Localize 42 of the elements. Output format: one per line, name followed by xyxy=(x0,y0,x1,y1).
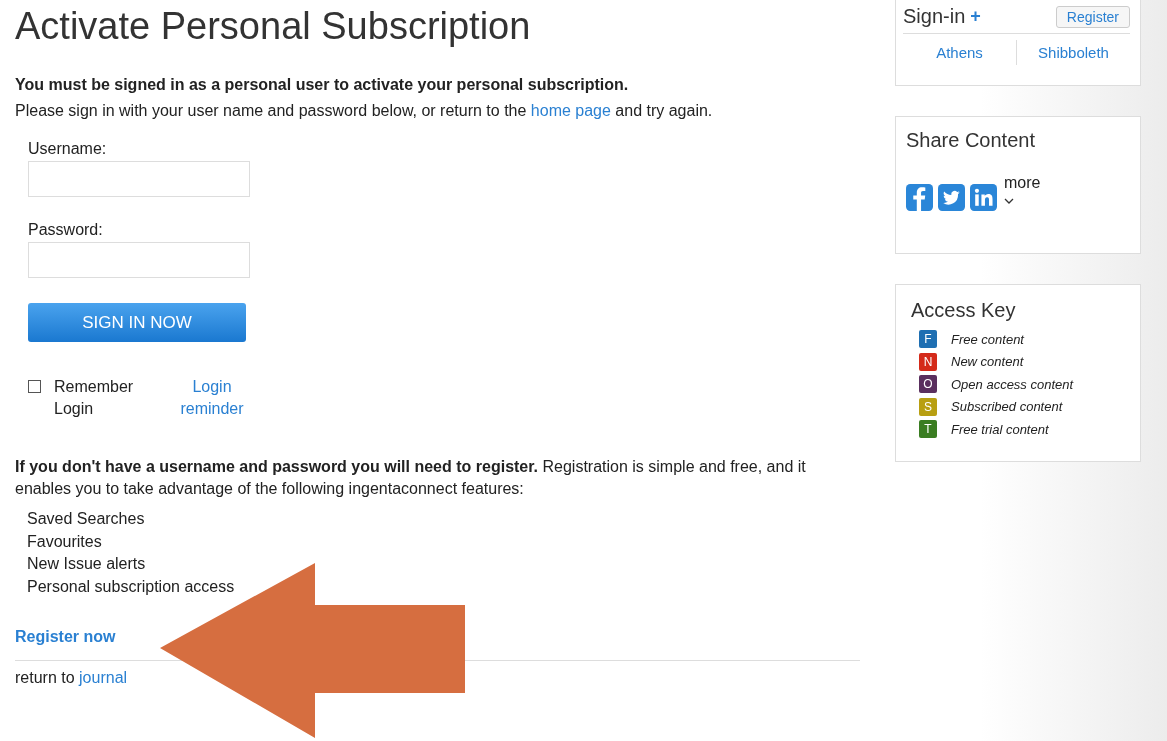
feature-item: Personal subscription access xyxy=(27,576,236,597)
password-field[interactable] xyxy=(28,242,250,278)
return-text: return to xyxy=(15,669,75,686)
sign-in-title: Sign-in xyxy=(903,5,966,28)
journal-link[interactable]: journal xyxy=(79,669,128,686)
access-badge: T xyxy=(919,420,937,439)
home-page-link[interactable]: home page xyxy=(530,102,611,119)
feature-item: Saved Searches xyxy=(27,509,146,529)
register-button[interactable]: Register xyxy=(1055,5,1130,28)
sign-in-button[interactable]: SIGN IN NOW xyxy=(28,303,246,342)
register-now-link[interactable]: Register now xyxy=(15,628,116,646)
feature-item: New Issue alerts xyxy=(27,554,147,574)
password-label: Password: xyxy=(28,221,103,239)
chevron-down-icon[interactable] xyxy=(1004,198,1014,204)
access-badge: N xyxy=(919,352,937,371)
access-label: Free trial content xyxy=(951,421,1049,437)
notice-text: You must be signed in as a personal user to activate your personal subscription. xyxy=(15,76,630,94)
username-field[interactable] xyxy=(28,161,250,197)
facebook-icon[interactable] xyxy=(906,184,933,211)
login-reminder-link[interactable]: Login reminder xyxy=(167,376,257,420)
expand-plus[interactable]: + xyxy=(970,6,981,27)
share-title: Share Content xyxy=(906,129,1036,152)
access-label: Free content xyxy=(951,331,1024,347)
sign-in-option-link[interactable]: Athens xyxy=(903,40,1016,65)
feature-item: Favourites xyxy=(27,531,103,552)
access-badge: F xyxy=(919,330,937,349)
access-badge: S xyxy=(919,397,937,416)
remember-checkbox[interactable] xyxy=(28,380,41,393)
twitter-icon[interactable] xyxy=(938,184,965,211)
instructions-text: Please sign in with your user name and password below, or return to the home page and try again. xyxy=(15,102,714,120)
register-info-text: If you don't have a username and password you will need to register. Registration is simple and free, and it enables you to take advantage of the following ingentaconnect features: xyxy=(15,457,807,499)
access-label: Open access content xyxy=(951,376,1074,392)
page-title: Activate Personal Subscription xyxy=(15,4,532,48)
access-label: Subscribed content xyxy=(951,399,1063,415)
linkedin-icon[interactable] xyxy=(970,184,997,211)
access-label: New content xyxy=(951,354,1024,370)
access-badge: O xyxy=(919,375,937,394)
remember-label: Remember Login xyxy=(54,377,135,419)
more-link[interactable]: more xyxy=(1004,174,1041,192)
sign-in-option-link[interactable]: Shibboleth xyxy=(1016,40,1130,65)
username-label: Username: xyxy=(28,140,107,158)
access-key-title: Access Key xyxy=(911,299,1017,322)
